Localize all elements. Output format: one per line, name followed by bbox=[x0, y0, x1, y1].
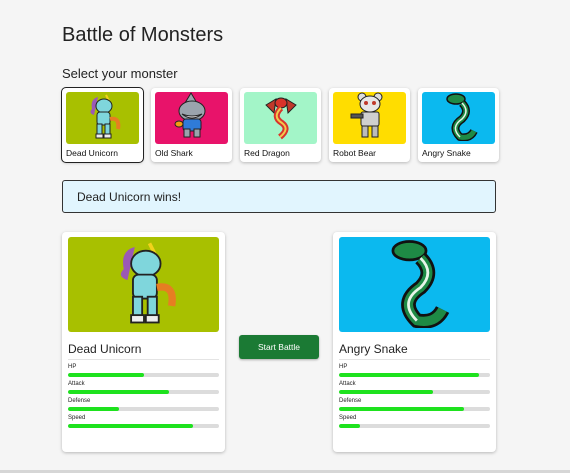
monster-card-red-dragon[interactable]: Red Dragon bbox=[240, 88, 321, 162]
player-image bbox=[68, 237, 219, 332]
snake-icon bbox=[436, 92, 482, 144]
stat-label: Attack bbox=[68, 381, 85, 387]
stat-label: HP bbox=[68, 364, 77, 370]
stat-defense: Defense bbox=[339, 398, 490, 411]
stat-label: Defense bbox=[339, 398, 362, 404]
monster-card-old-shark[interactable]: Old Shark bbox=[151, 88, 232, 162]
winner-banner: Dead Unicorn wins! bbox=[62, 180, 496, 213]
stat-track bbox=[68, 407, 219, 411]
shark-icon bbox=[169, 92, 215, 144]
stat-label: HP bbox=[339, 364, 348, 370]
monster-thumb bbox=[66, 92, 139, 144]
stat-fill bbox=[68, 407, 120, 411]
opponent-card: Angry Snake HP Attack Defense Speed bbox=[333, 232, 496, 452]
stat-fill bbox=[339, 390, 433, 394]
stat-hp: HP bbox=[339, 364, 490, 377]
monster-selector: Dead Unicorn Old Shark Red Dragon Robot … bbox=[61, 87, 499, 163]
stat-fill bbox=[68, 424, 194, 428]
stat-fill bbox=[339, 424, 361, 428]
stat-label: Speed bbox=[339, 415, 357, 421]
monster-card-dead-unicorn[interactable]: Dead Unicorn bbox=[61, 87, 144, 163]
stat-fill bbox=[339, 373, 480, 377]
player-name: Dead Unicorn bbox=[68, 342, 219, 360]
stat-track bbox=[339, 373, 490, 377]
stat-label: Defense bbox=[68, 398, 91, 404]
stat-label: Attack bbox=[339, 381, 356, 387]
stat-fill bbox=[339, 407, 465, 411]
stat-speed: Speed bbox=[68, 415, 219, 428]
opponent-name: Angry Snake bbox=[339, 342, 490, 360]
stat-track bbox=[339, 424, 490, 428]
start-battle-button[interactable]: Start Battle bbox=[239, 335, 319, 359]
stat-track bbox=[339, 407, 490, 411]
stat-label: Speed bbox=[68, 415, 86, 421]
monster-card-robot-bear[interactable]: Robot Bear bbox=[329, 88, 410, 162]
unicorn-icon bbox=[80, 92, 126, 144]
stat-attack: Attack bbox=[339, 381, 490, 394]
monster-name: Old Shark bbox=[155, 148, 193, 158]
player-card: Dead Unicorn HP Attack Defense Speed bbox=[62, 232, 225, 452]
stat-track bbox=[68, 390, 219, 394]
page-title: Battle of Monsters bbox=[62, 24, 224, 46]
monster-name: Angry Snake bbox=[422, 148, 471, 158]
dragon-icon bbox=[258, 92, 304, 144]
monster-thumb bbox=[333, 92, 406, 144]
stat-track bbox=[68, 373, 219, 377]
stat-fill bbox=[68, 390, 170, 394]
stat-attack: Attack bbox=[68, 381, 219, 394]
stat-defense: Defense bbox=[68, 398, 219, 411]
robot-bear-icon bbox=[347, 92, 393, 144]
opponent-image bbox=[339, 237, 490, 332]
monster-name: Robot Bear bbox=[333, 148, 376, 158]
stat-track bbox=[68, 424, 219, 428]
stat-fill bbox=[68, 373, 144, 377]
stat-track bbox=[339, 390, 490, 394]
monster-name: Red Dragon bbox=[244, 148, 290, 158]
select-monster-label: Select your monster bbox=[62, 66, 178, 81]
stat-speed: Speed bbox=[339, 415, 490, 428]
monster-thumb bbox=[422, 92, 495, 144]
snake-icon bbox=[370, 237, 460, 332]
monster-card-angry-snake[interactable]: Angry Snake bbox=[418, 88, 499, 162]
monster-name: Dead Unicorn bbox=[66, 148, 118, 158]
stat-hp: HP bbox=[68, 364, 219, 377]
monster-thumb bbox=[155, 92, 228, 144]
monster-thumb bbox=[244, 92, 317, 144]
unicorn-icon bbox=[99, 237, 189, 332]
